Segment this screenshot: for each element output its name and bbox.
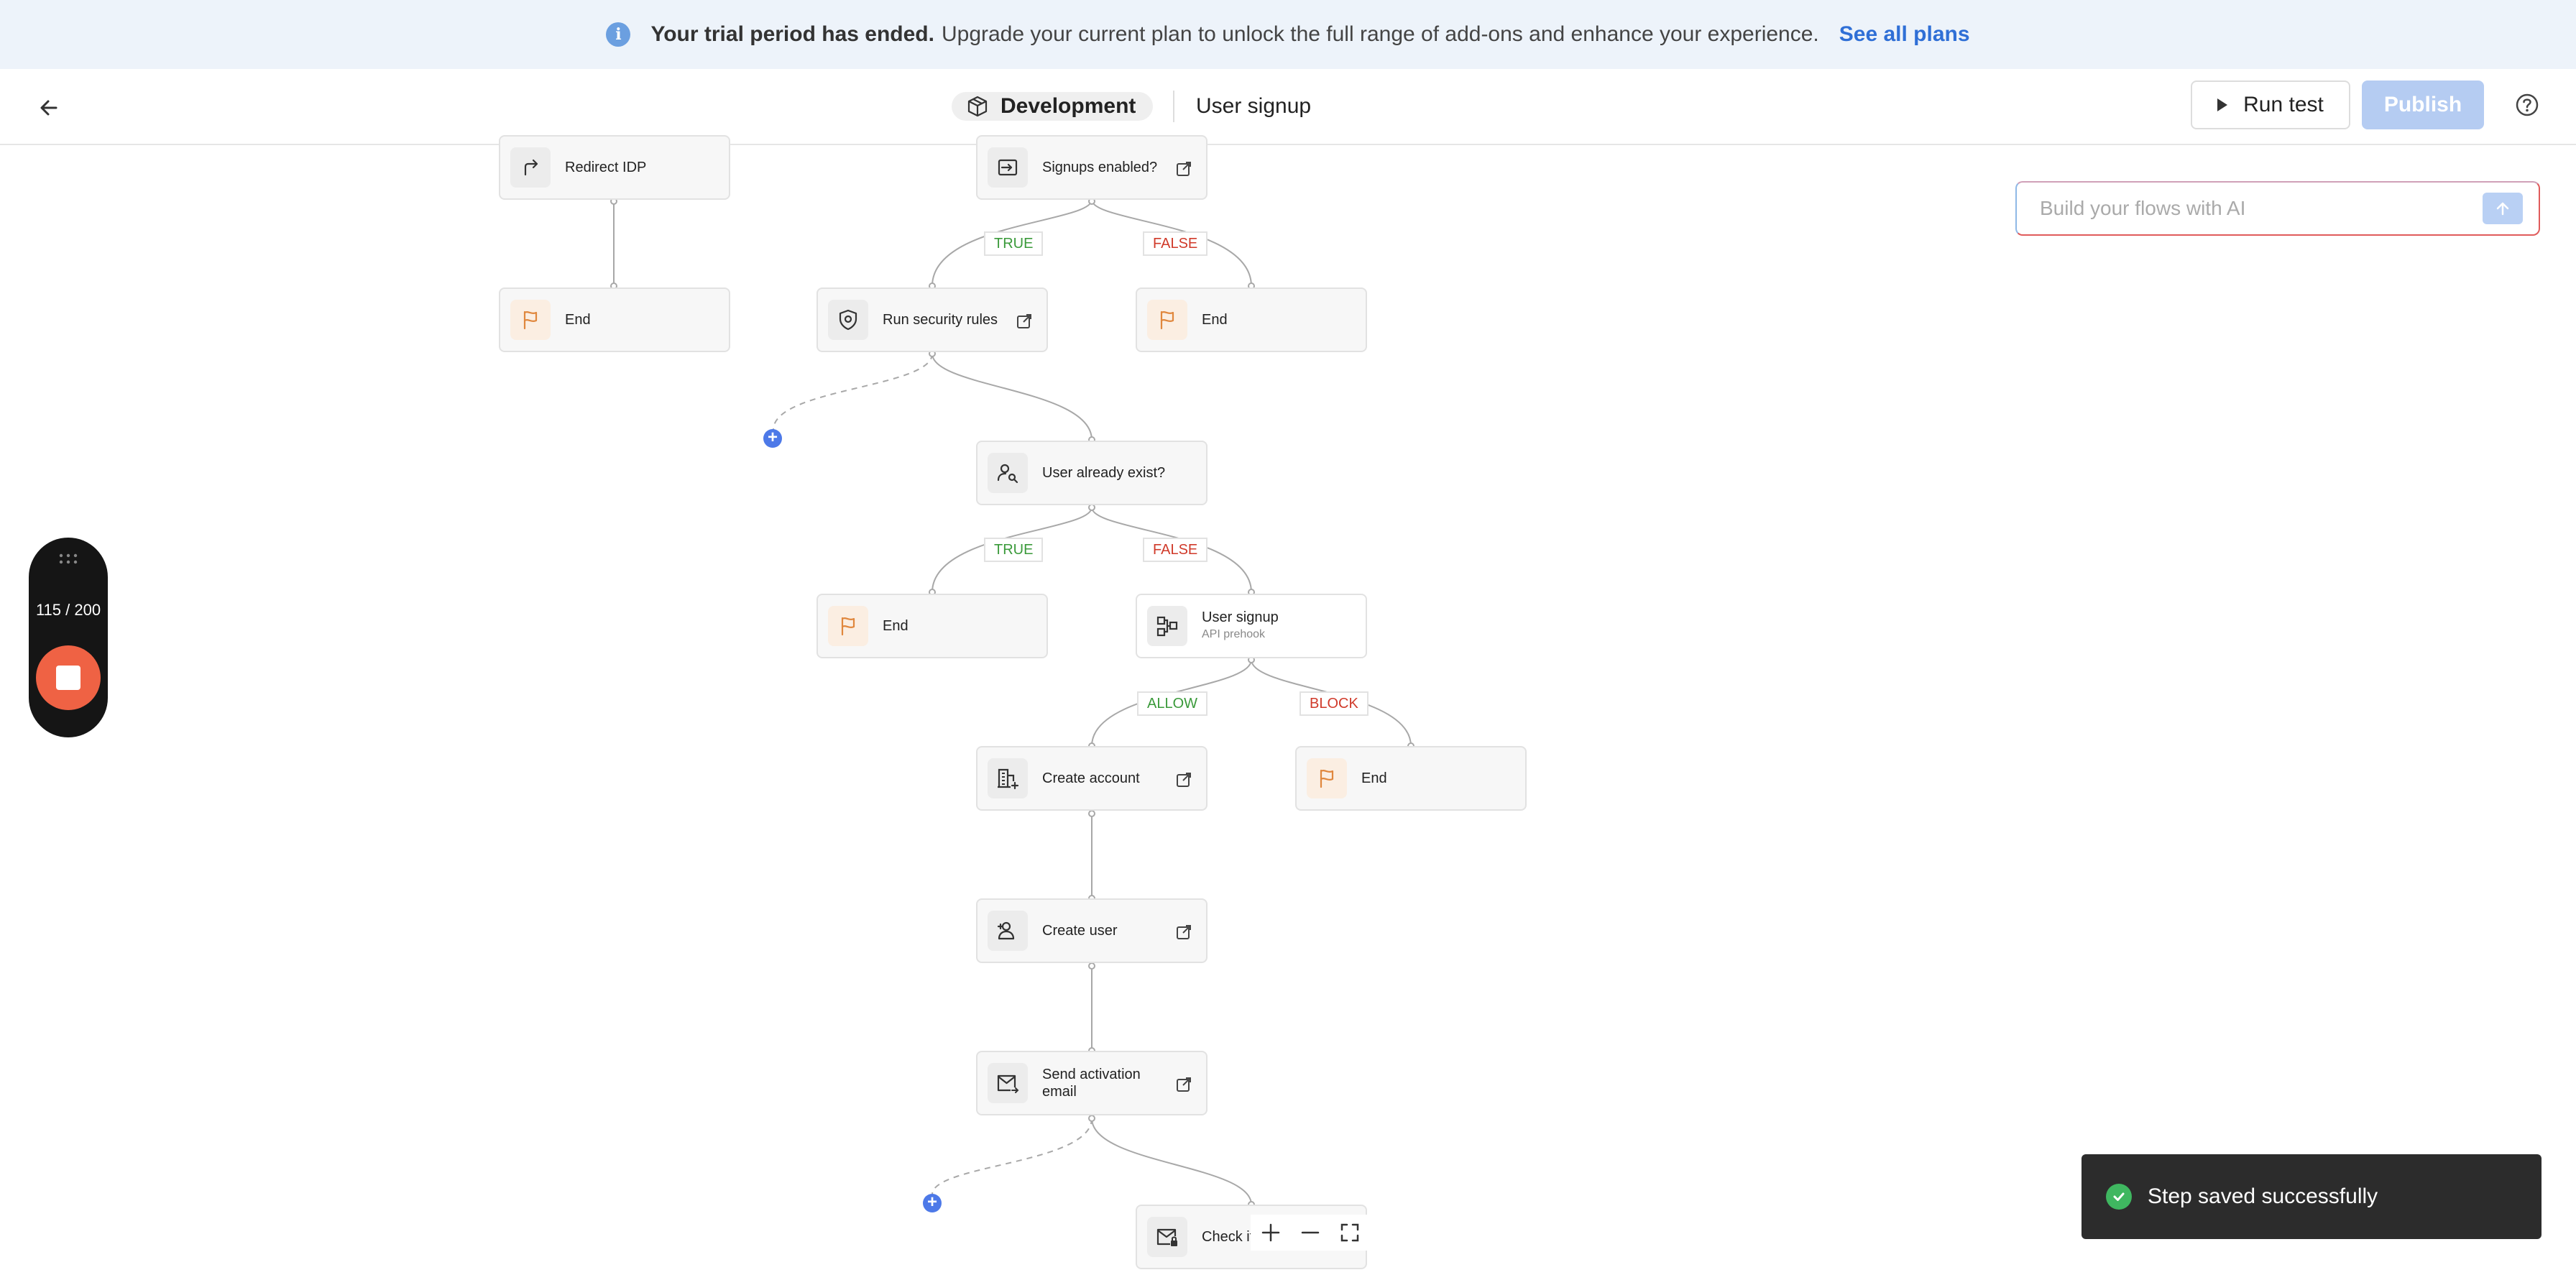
publish-button[interactable]: Publish: [2362, 80, 2484, 129]
recorder-widget: 115 / 200: [29, 538, 108, 737]
flow-canvas[interactable]: Redirect IDP End Signups enabled? Run se…: [0, 135, 2576, 1275]
node-end[interactable]: End: [1295, 746, 1527, 811]
top-bar: Development User signup Run test Publish: [0, 69, 2576, 145]
external-link-icon[interactable]: [1176, 924, 1192, 940]
node-user-signup[interactable]: User signup API prehook: [1136, 594, 1367, 658]
external-link-icon[interactable]: [1016, 313, 1032, 329]
info-icon: i: [606, 22, 631, 47]
mail-send-icon: [988, 1063, 1028, 1103]
run-test-button[interactable]: Run test: [2191, 80, 2350, 129]
node-run-security-rules[interactable]: Run security rules: [816, 287, 1048, 352]
flag-icon: [828, 606, 868, 646]
node-redirect-idp[interactable]: Redirect IDP: [499, 135, 730, 200]
environment-pill[interactable]: Development: [952, 92, 1154, 121]
flag-icon: [1147, 300, 1187, 340]
workflow-icon: [1147, 606, 1187, 646]
node-label: Create account: [1042, 770, 1140, 786]
drag-handle-icon[interactable]: [58, 552, 79, 566]
see-all-plans-link[interactable]: See all plans: [1839, 22, 1970, 47]
fit-view-icon[interactable]: [1339, 1222, 1361, 1243]
redirect-icon: [510, 147, 551, 188]
check-circle-icon: [2106, 1184, 2132, 1210]
node-label: Signups enabled?: [1042, 160, 1158, 175]
node-label: End: [883, 618, 908, 634]
branch-label-true: TRUE: [984, 538, 1044, 562]
node-label: End: [1361, 770, 1387, 786]
zoom-in-icon[interactable]: [1260, 1222, 1282, 1243]
node-label: User signup API prehook: [1202, 609, 1279, 643]
node-create-user[interactable]: Create user: [976, 898, 1208, 963]
add-step-button[interactable]: +: [763, 429, 782, 448]
node-label: Run security rules: [883, 312, 998, 328]
node-end[interactable]: End: [499, 287, 730, 352]
branch-label-false: FALSE: [1143, 231, 1208, 256]
external-link-icon[interactable]: [1176, 161, 1192, 177]
node-subtitle: API prehook: [1202, 628, 1266, 640]
divider: [1173, 91, 1174, 122]
node-user-already-exist[interactable]: User already exist?: [976, 441, 1208, 505]
node-label: Redirect IDP: [565, 160, 647, 175]
node-label: Create user: [1042, 923, 1118, 939]
box-icon: [967, 96, 988, 117]
node-end[interactable]: End: [816, 594, 1048, 658]
node-create-account[interactable]: Create account: [976, 746, 1208, 811]
stop-icon: [56, 666, 80, 690]
building-add-icon: [988, 758, 1028, 798]
node-signups-enabled[interactable]: Signups enabled?: [976, 135, 1208, 200]
node-label: End: [565, 312, 591, 328]
node-label: User already exist?: [1042, 465, 1166, 481]
back-arrow-icon[interactable]: [32, 91, 66, 125]
node-title: User signup: [1202, 609, 1279, 625]
user-add-icon: [988, 911, 1028, 951]
zoom-controls: [1251, 1215, 1370, 1251]
flag-icon: [510, 300, 551, 340]
user-search-icon: [988, 453, 1028, 493]
node-label: End: [1202, 312, 1228, 328]
node-end[interactable]: End: [1136, 287, 1367, 352]
shield-icon: [828, 300, 868, 340]
external-link-icon[interactable]: [1176, 1077, 1192, 1092]
toast-notification: Step saved successfully: [2082, 1154, 2542, 1239]
external-link-icon[interactable]: [1176, 772, 1192, 788]
mail-lock-icon: [1147, 1217, 1187, 1257]
node-label: Send activation email: [1042, 1067, 1141, 1100]
banner-text: Upgrade your current plan to unlock the …: [941, 22, 1819, 46]
node-send-activation-email[interactable]: Send activation email: [976, 1051, 1208, 1115]
run-test-label: Run test: [2243, 93, 2324, 116]
toast-message: Step saved successfully: [2148, 1184, 2378, 1208]
branch-label-allow: ALLOW: [1137, 691, 1208, 716]
add-step-button[interactable]: +: [923, 1194, 942, 1212]
login-icon: [988, 147, 1028, 188]
flag-icon: [1307, 758, 1347, 798]
node-label: Check if: [1202, 1229, 1254, 1245]
flow-name: User signup: [1196, 94, 1312, 118]
banner-bold-text: Your trial period has ended.: [650, 22, 934, 46]
help-icon[interactable]: [2514, 92, 2540, 118]
branch-label-false: FALSE: [1143, 538, 1208, 562]
stop-recording-button[interactable]: [36, 645, 101, 710]
branch-label-block: BLOCK: [1300, 691, 1368, 716]
recorder-count: 115 / 200: [35, 601, 101, 619]
zoom-out-icon[interactable]: [1300, 1222, 1321, 1243]
play-icon: [2217, 98, 2228, 111]
branch-label-true: TRUE: [984, 231, 1044, 256]
environment-label: Development: [1000, 94, 1136, 118]
trial-banner: i Your trial period has ended. Upgrade y…: [0, 0, 2576, 69]
